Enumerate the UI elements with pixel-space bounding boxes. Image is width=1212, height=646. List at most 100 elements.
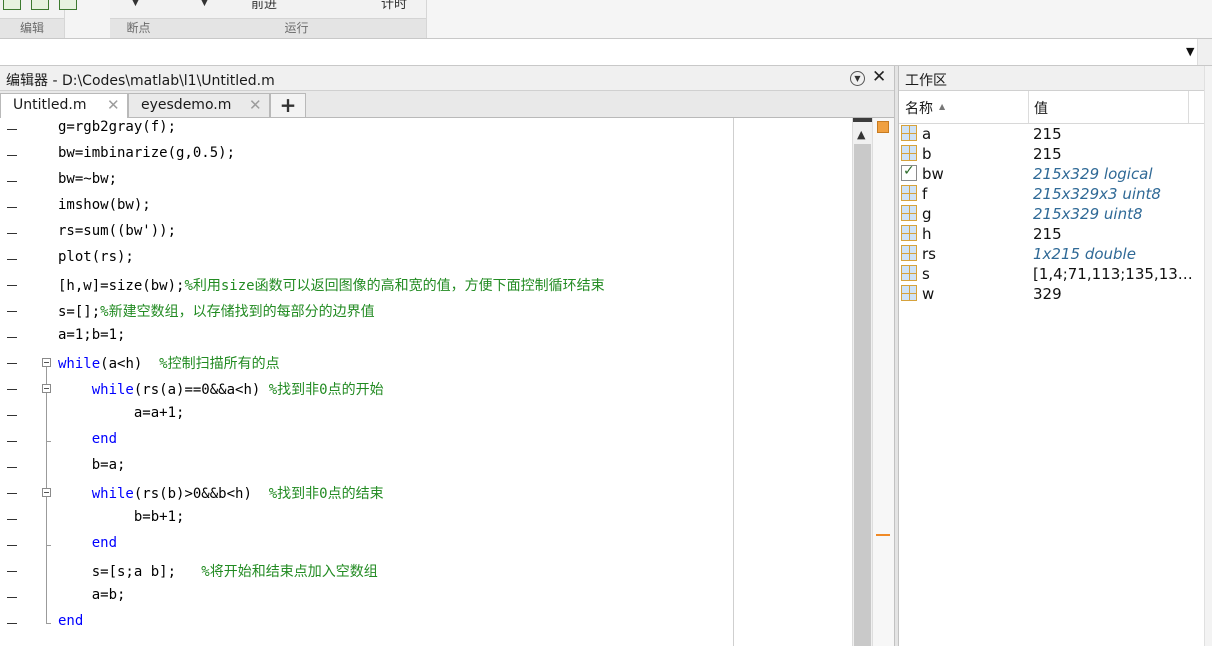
tab-eyesdemo[interactable]: eyesdemo.m ✕ — [128, 93, 270, 117]
indent-icon[interactable] — [59, 0, 77, 10]
line-marker[interactable] — [7, 571, 17, 572]
code-token: [h,w]=size(bw); — [58, 278, 185, 294]
variable-name: g — [922, 205, 932, 223]
line-marker[interactable] — [7, 519, 17, 520]
code-text: bw=imbinarize(g,0.5); — [58, 145, 235, 161]
workspace-variable-row[interactable]: s [1,4;71,113;135,13… — [899, 264, 1204, 284]
fold-toggle-icon[interactable] — [42, 384, 51, 393]
line-marker[interactable] — [7, 285, 17, 286]
chevron-down-icon[interactable]: ▼ — [1186, 45, 1194, 58]
workspace-variable-row[interactable]: rs 1x215 double — [899, 244, 1204, 264]
code-token: rs=sum((bw')); — [58, 223, 177, 239]
code-line[interactable]: a=a+1; — [0, 403, 852, 429]
sort-ascending-icon: ▲ — [939, 102, 946, 111]
code-line[interactable]: a=b; — [0, 585, 852, 611]
code-token: bw=imbinarize(g,0.5); — [58, 145, 236, 161]
close-icon[interactable]: ✕ — [249, 96, 262, 114]
code-token: s=[s;a b]; — [58, 564, 202, 580]
column-header-value[interactable]: 值 — [1034, 98, 1048, 118]
comment: %将开始和结束点加入空数组 — [201, 564, 378, 580]
line-marker[interactable] — [7, 311, 17, 312]
code-line[interactable]: plot(rs); — [0, 247, 852, 273]
close-icon[interactable]: ✕ — [872, 67, 886, 87]
code-token: s=[]; — [58, 304, 101, 320]
code-line[interactable]: b=b+1; — [0, 507, 852, 533]
code-line[interactable]: while(rs(b)>0&&b<h) %找到非0点的结束 — [0, 481, 852, 507]
workspace-variable-row[interactable]: w 329 — [899, 284, 1204, 304]
chevron-down-icon[interactable]: ▼ — [201, 0, 208, 8]
close-icon[interactable]: ✕ — [107, 96, 120, 114]
variable-name: bw — [922, 165, 944, 183]
tab-untitled[interactable]: Untitled.m ✕ — [0, 93, 128, 118]
code-editor[interactable]: g=rgb2gray(f); bw=imbinarize(g,0.5); bw=~b… — [0, 118, 852, 646]
line-marker[interactable] — [7, 207, 17, 208]
line-marker[interactable] — [7, 259, 17, 260]
comment: %找到非0点的结束 — [268, 486, 384, 502]
fold-end — [46, 441, 51, 442]
code-line[interactable]: bw=imbinarize(g,0.5); — [0, 143, 852, 169]
fold-toggle-icon[interactable] — [42, 358, 51, 367]
code-text: a=1;b=1; — [58, 327, 125, 343]
code-line[interactable]: s=[s;a b]; %将开始和结束点加入空数组 — [0, 559, 852, 585]
code-line[interactable]: imshow(bw); — [0, 195, 852, 221]
workspace-variable-row[interactable]: g 215x329 uint8 — [899, 204, 1204, 224]
line-marker[interactable] — [7, 467, 17, 468]
line-marker[interactable] — [7, 441, 17, 442]
chevron-up-icon[interactable]: ▲ — [857, 128, 865, 141]
workspace-variable-row[interactable]: h 215 — [899, 224, 1204, 244]
run-time-label[interactable]: 计时 — [381, 0, 407, 12]
insert-section-icon[interactable] — [3, 0, 21, 10]
run-advance-label[interactable]: 前进 — [251, 0, 277, 12]
fold-toggle-icon[interactable] — [42, 488, 51, 497]
workspace-variable-row[interactable]: ✓ bw 215x329 logical — [899, 163, 1204, 184]
code-token: (rs(b)>0&&b<h) — [133, 486, 269, 502]
line-marker[interactable] — [7, 363, 17, 364]
variable-name: b — [922, 145, 932, 163]
warning-marker[interactable] — [876, 534, 890, 536]
line-marker[interactable] — [7, 129, 17, 130]
line-marker[interactable] — [7, 233, 17, 234]
code-token: a=a+1; — [58, 405, 185, 421]
code-line[interactable]: bw=~bw; — [0, 169, 852, 195]
comment-icon[interactable] — [31, 0, 49, 10]
code-line[interactable]: end — [0, 533, 852, 559]
code-line[interactable]: a=1;b=1; — [0, 325, 852, 351]
line-marker[interactable] — [7, 389, 17, 390]
line-marker[interactable] — [7, 545, 17, 546]
line-marker[interactable] — [7, 493, 17, 494]
workspace-variable-row[interactable]: a 215 — [899, 124, 1204, 144]
workspace-variable-row[interactable]: f 215x329x3 uint8 — [899, 184, 1204, 204]
code-text: bw=~bw; — [58, 171, 117, 187]
code-token: bw=~bw; — [58, 171, 118, 187]
chevron-down-icon[interactable]: ▼ — [132, 0, 139, 8]
current-folder-bar[interactable]: ▼ — [0, 38, 1212, 66]
workspace-scrollbar[interactable] — [1204, 66, 1212, 646]
code-line[interactable]: while(rs(a)==0&&a<h) %找到非0点的开始 — [0, 377, 852, 403]
code-line[interactable]: end — [0, 611, 852, 637]
code-line[interactable]: s=[];%新建空数组，以存储找到的每部分的边界值 — [0, 299, 852, 325]
new-tab-button[interactable]: + — [270, 93, 306, 117]
array-variable-icon — [901, 205, 917, 221]
code-line[interactable]: b=a; — [0, 455, 852, 481]
panel-menu-icon[interactable]: ▼ — [850, 71, 865, 86]
scrollbar-thumb[interactable] — [854, 144, 871, 646]
code-line[interactable]: end — [0, 429, 852, 455]
warning-status-icon[interactable] — [877, 121, 889, 133]
line-marker[interactable] — [7, 155, 17, 156]
line-marker[interactable] — [7, 415, 17, 416]
line-marker[interactable] — [7, 623, 17, 624]
column-header-name[interactable]: 名称 — [905, 98, 933, 118]
line-marker[interactable] — [7, 181, 17, 182]
line-marker[interactable] — [7, 597, 17, 598]
line-marker[interactable] — [7, 337, 17, 338]
comment: %控制扫描所有的点 — [159, 356, 280, 372]
code-line[interactable]: rs=sum((bw')); — [0, 221, 852, 247]
code-text: b=a; — [58, 457, 126, 473]
workspace-variable-row[interactable]: b 215 — [899, 144, 1204, 164]
code-line[interactable]: g=rgb2gray(f); — [0, 118, 852, 143]
code-line[interactable]: [h,w]=size(bw);%利用size函数可以返回图像的高和宽的值，方便下… — [0, 273, 852, 299]
vertical-scrollbar[interactable]: ▲ — [852, 118, 873, 646]
code-line[interactable]: while(a<h) %控制扫描所有的点 — [0, 351, 852, 377]
variable-value: 329 — [1033, 285, 1062, 303]
variable-name: rs — [922, 245, 936, 263]
